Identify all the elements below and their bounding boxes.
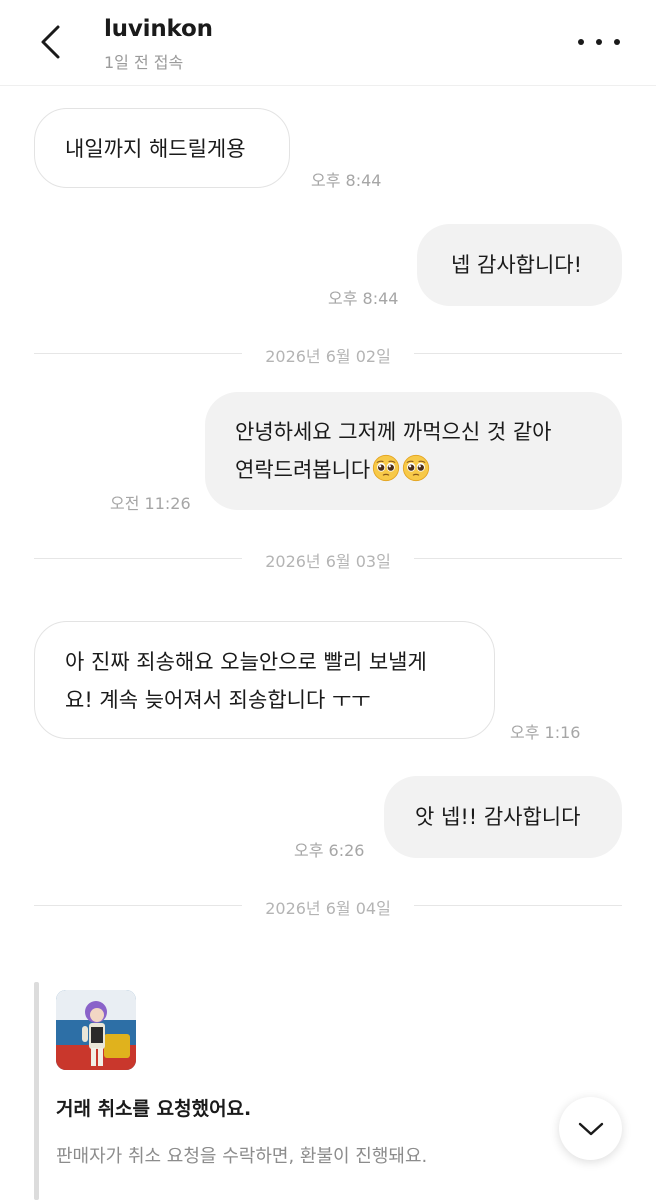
message-text: 넵 감사합니다! <box>451 253 583 277</box>
scroll-to-bottom-button[interactable] <box>559 1097 622 1160</box>
last-seen-status: 1일 전 접속 <box>104 53 184 72</box>
message-text-line: 아 진짜 죄송해요 오늘안으로 빨리 보낼게 <box>65 650 427 674</box>
message-text-line: 연락드려봅니다 <box>235 451 622 489</box>
pleading-face-emoji-icon <box>373 454 400 482</box>
back-button[interactable] <box>30 20 70 64</box>
message-text: 내일까지 해드릴게용 <box>65 137 246 161</box>
message-time: 오후 8:44 <box>311 171 382 190</box>
date-separator: 2026년 6월 03일 <box>34 548 622 571</box>
chat-header: luvinkon 1일 전 접속 <box>0 0 656 86</box>
product-thumbnail[interactable] <box>56 990 136 1070</box>
pleading-face-emoji-icon <box>403 454 430 482</box>
quote-bar <box>34 982 39 1200</box>
date-separator: 2026년 6월 02일 <box>34 343 622 366</box>
date-separator: 2026년 6월 04일 <box>34 895 622 918</box>
more-options-button[interactable] <box>578 32 620 52</box>
message-bubble-sent[interactable]: 앗 넵!! 감사합니다 <box>384 776 622 858</box>
message-time: 오후 8:44 <box>328 289 399 308</box>
product-image <box>56 990 136 1070</box>
date-label: 2026년 6월 04일 <box>265 899 391 918</box>
message-text-line: 안녕하세요 그저께 까먹으신 것 같아 <box>235 420 552 444</box>
message-text: 앗 넵!! 감사합니다 <box>415 805 581 829</box>
notice-title: 거래 취소를 요청했어요. <box>56 1098 252 1120</box>
date-label: 2026년 6월 02일 <box>265 347 391 366</box>
message-bubble-sent[interactable]: 넵 감사합니다! <box>417 224 622 306</box>
more-horizontal-icon <box>578 39 584 45</box>
message-bubble-received[interactable]: 아 진짜 죄송해요 오늘안으로 빨리 보낼게 요! 계속 늦어져서 죄송합니다 … <box>34 621 495 739</box>
message-time: 오후 6:26 <box>294 841 365 860</box>
message-bubble-sent[interactable]: 안녕하세요 그저께 까먹으신 것 같아 연락드려봅니다 <box>205 392 622 510</box>
message-time: 오전 11:26 <box>110 494 191 513</box>
chevron-down-icon <box>578 1122 603 1135</box>
message-bubble-received[interactable]: 내일까지 해드릴게용 <box>34 108 290 188</box>
date-label: 2026년 6월 03일 <box>265 552 391 571</box>
trade-cancel-notice: 거래 취소를 요청했어요. 판매자가 취소 요청을 수락하면, 환불이 진행돼요… <box>34 982 624 1200</box>
chat-username[interactable]: luvinkon <box>104 16 213 42</box>
message-text-line: 요! 계속 늦어져서 죄송합니다 ㅜㅜ <box>65 688 371 712</box>
notice-description: 판매자가 취소 요청을 수락하면, 환불이 진행돼요. <box>56 1146 428 1167</box>
chevron-left-icon <box>41 25 60 59</box>
message-time: 오후 1:16 <box>510 723 581 742</box>
